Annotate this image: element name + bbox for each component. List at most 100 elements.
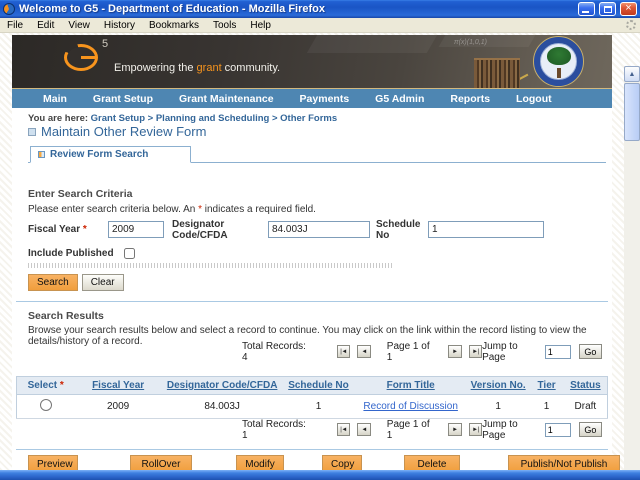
tab-review-form-search[interactable]: Review Form Search (30, 146, 192, 163)
table-header-row: Select * Fiscal Year Designator Code/CFD… (16, 376, 608, 395)
total-records-top: Total Records: 4 (242, 340, 306, 363)
search-criteria-form: Fiscal Year * Designator Code/CFDA Sched… (28, 218, 544, 241)
tab-label: Review Form Search (50, 149, 149, 160)
nav-item-grant-setup[interactable]: Grant Setup (80, 93, 166, 105)
last-page-button-bottom[interactable]: ►| (468, 423, 483, 436)
cell-tier: 1 (529, 394, 564, 419)
fiscal-year-input[interactable] (108, 221, 164, 238)
pagination-top: Total Records: 4 |◄ ◄ Page 1 of 1 ► ►| J… (16, 341, 608, 363)
nav-item-logout[interactable]: Logout (503, 93, 565, 105)
col-tier[interactable]: Tier (529, 376, 564, 395)
col-schedule-no[interactable]: Schedule No (282, 376, 355, 395)
breadcrumb-label: You are here: (28, 113, 91, 124)
last-page-button[interactable]: ►| (468, 345, 483, 358)
schedule-no-label: Schedule No (376, 218, 421, 241)
col-version-no[interactable]: Version No. (466, 376, 530, 395)
activity-throbber-icon (626, 20, 636, 30)
minimize-button[interactable] (578, 2, 595, 16)
minimize-icon (582, 11, 589, 13)
criteria-note: Please enter search criteria below. An *… (28, 204, 316, 215)
jump-to-page-label-bottom: Jump to Page (482, 418, 518, 441)
section-divider (16, 301, 608, 302)
col-status[interactable]: Status (563, 376, 608, 395)
include-published-label: Include Published (28, 248, 114, 259)
include-published-checkbox[interactable] (123, 248, 135, 259)
jump-to-page-input-top[interactable] (544, 344, 571, 359)
menu-history[interactable]: History (97, 20, 142, 31)
criteria-heading: Enter Search Criteria (28, 188, 133, 200)
nav-item-g5-admin[interactable]: G5 Admin (362, 93, 437, 105)
menu-tools[interactable]: Tools (206, 20, 243, 31)
g5-banner: π(x)(1,0,1) 5 Empowering the grant commu… (12, 35, 612, 88)
page-indicator-bottom: Page 1 of 1 (386, 418, 430, 441)
browser-menubar: File Edit View History Bookmarks Tools H… (0, 18, 640, 33)
menu-edit[interactable]: Edit (30, 20, 61, 31)
col-form-title[interactable]: Form Title (354, 376, 467, 395)
cell-designator: 84.003J (161, 394, 283, 419)
department-of-education-seal-icon (533, 36, 584, 87)
scroll-up-icon[interactable]: ▲ (624, 66, 640, 82)
firefox-icon (3, 3, 15, 15)
search-button[interactable]: Search (28, 274, 78, 291)
bookshelf-image (474, 58, 520, 88)
col-designator[interactable]: Designator Code/CFDA (161, 376, 283, 395)
jump-to-page-label-top: Jump to Page (482, 340, 518, 363)
firefox-window: Welcome to G5 - Department of Education … (0, 0, 640, 480)
col-select: Select * (16, 376, 75, 395)
menu-help[interactable]: Help (243, 20, 278, 31)
col-fiscal-year[interactable]: Fiscal Year (74, 376, 162, 395)
vertical-scrollbar[interactable]: ▲ ▼ (624, 66, 640, 480)
fiscal-year-label: Fiscal Year * (28, 224, 87, 235)
menu-view[interactable]: View (61, 20, 97, 31)
next-page-button-bottom[interactable]: ► (448, 423, 462, 436)
previous-page-button[interactable]: ◄ (357, 345, 371, 358)
cell-version-no: 1 (466, 394, 530, 419)
page-title: Maintain Other Review Form (41, 124, 207, 139)
pagination-bottom: Total Records: 1 |◄ ◄ Page 1 of 1 ► ►| J… (16, 419, 608, 441)
close-button[interactable]: × (620, 2, 637, 16)
tagline-grant-highlight: grant (196, 62, 222, 74)
cell-fiscal-year: 2009 (74, 394, 162, 419)
nav-item-main[interactable]: Main (30, 93, 80, 105)
jump-to-page-input-bottom[interactable] (544, 422, 571, 437)
chalkboard-math-decoration: π(x)(1,0,1) (453, 39, 487, 46)
window-titlebar[interactable]: Welcome to G5 - Department of Education … (0, 0, 640, 18)
seal-tree-icon (546, 47, 571, 65)
nav-item-reports[interactable]: Reports (437, 93, 503, 105)
nav-item-payments[interactable]: Payments (287, 93, 363, 105)
schedule-no-input[interactable] (428, 221, 544, 238)
windows-taskbar[interactable] (0, 470, 640, 480)
menu-bookmarks[interactable]: Bookmarks (142, 20, 206, 31)
main-navigation: Main Grant Setup Grant Maintenance Payme… (12, 88, 612, 108)
clear-button[interactable]: Clear (81, 274, 124, 291)
next-page-button[interactable]: ► (448, 345, 462, 358)
cell-schedule-no: 1 (282, 394, 355, 419)
footer-divider (16, 449, 608, 450)
breadcrumb: You are here: Grant Setup > Planning and… (28, 113, 337, 124)
total-records-bottom: Total Records: 1 (242, 418, 306, 441)
first-page-button-bottom[interactable]: |◄ (336, 423, 351, 436)
page-viewport: π(x)(1,0,1) 5 Empowering the grant commu… (0, 33, 640, 480)
page-indicator-top: Page 1 of 1 (386, 340, 430, 363)
g5-logo-5: 5 (102, 38, 109, 50)
nav-item-grant-maintenance[interactable]: Grant Maintenance (166, 93, 287, 105)
go-button-bottom[interactable]: Go (578, 422, 602, 437)
tab-icon (38, 151, 45, 158)
page-title-bullet-icon (28, 127, 36, 136)
g5-logo: 5 (64, 38, 108, 72)
designator-code-input[interactable] (268, 221, 370, 238)
cell-status: Draft (563, 394, 608, 419)
maximize-icon (604, 6, 612, 13)
maximize-button[interactable] (599, 2, 616, 16)
go-button-top[interactable]: Go (578, 344, 602, 359)
scrollbar-thumb[interactable] (624, 83, 640, 141)
page-content: You are here: Grant Setup > Planning and… (12, 108, 620, 473)
first-page-button[interactable]: |◄ (336, 345, 351, 358)
record-select-radio[interactable] (39, 399, 52, 411)
window-title: Welcome to G5 - Department of Education … (19, 3, 325, 15)
previous-page-button-bottom[interactable]: ◄ (357, 423, 371, 436)
breadcrumb-path[interactable]: Grant Setup > Planning and Scheduling > … (91, 113, 338, 124)
banner-tagline: Empowering the grant community. (114, 62, 281, 74)
menu-file[interactable]: File (0, 20, 30, 31)
record-of-discussion-link[interactable]: Record of Discussion (363, 401, 457, 412)
